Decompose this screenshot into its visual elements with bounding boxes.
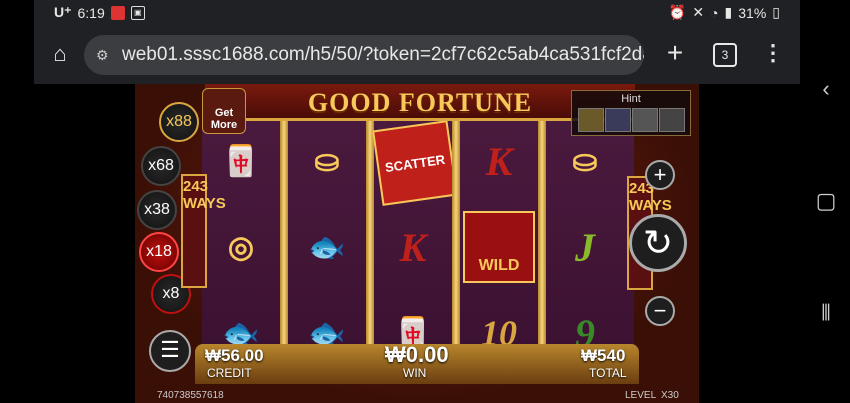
more-menu-button[interactable]: ⋮: [762, 40, 784, 68]
battery-icon: ▯: [772, 4, 780, 20]
k-symbol: K: [399, 224, 427, 270]
bet-decrease-button[interactable]: −: [645, 296, 675, 326]
wifi-icon: ◔: [710, 4, 719, 21]
site-settings-icon[interactable]: ⚙: [96, 35, 122, 75]
level-value: X30: [661, 390, 679, 401]
slot-game: 🀄 ◎ 🐟 ⛀ 🐟 🐟 SCATTER K 🀄 K WILD 10 ⛀ J 9: [135, 84, 699, 403]
lock-icon: ▣: [130, 5, 145, 20]
menu-button[interactable]: ☰: [149, 330, 191, 372]
hint-coin-icon: [659, 108, 685, 132]
credit-value: ₩56.00: [205, 346, 264, 365]
multiplier-x68: x68: [141, 146, 181, 186]
hint-panel[interactable]: Hint: [571, 90, 691, 136]
mute-icon: ✕: [692, 4, 705, 20]
notification-icon: [110, 5, 125, 20]
hint-fan-icon: [632, 108, 658, 132]
get-more-button[interactable]: Get More: [202, 88, 246, 134]
home-nav-button[interactable]: ▢: [814, 188, 838, 214]
bet-increase-button[interactable]: +: [645, 160, 675, 190]
android-nav-bar: ‹ ▢ ⦀: [800, 0, 850, 403]
time-label: 6:19: [77, 4, 105, 21]
battery-label: 31%: [738, 4, 767, 21]
multiplier-x18: x18: [139, 232, 179, 272]
carrier-label: U⁺: [54, 4, 72, 20]
browser-toolbar: ⌂ ⚙ web01.sssc1688.com/h5/50/?token=2cf7c…: [34, 26, 800, 84]
multiplier-x88: x88: [159, 102, 199, 142]
new-tab-button[interactable]: +: [660, 38, 690, 68]
tab-switcher-button[interactable]: 3: [713, 43, 737, 67]
bottom-panel: ☰ ₩56.00 CREDIT ₩0.00 WIN ₩540 TOTAL 740…: [135, 330, 699, 403]
total-value: ₩540: [581, 346, 626, 365]
alarm-icon: ⏰: [668, 4, 687, 20]
multiplier-x38: x38: [137, 190, 177, 230]
hint-ingot-icon: [578, 108, 604, 132]
hint-fish-icon: [605, 108, 631, 132]
hint-label: Hint: [621, 93, 641, 105]
win-label: WIN: [403, 366, 427, 380]
ways-indicator-left: 243 WAYS: [181, 174, 226, 288]
fan-symbol: 🀄: [222, 144, 260, 178]
level-label: LEVEL: [625, 390, 657, 401]
address-bar[interactable]: ⚙ web01.sssc1688.com/h5/50/?token=2cf7c62…: [84, 35, 644, 75]
coin-symbol: ◎: [227, 230, 255, 264]
game-id: 740738557618: [157, 390, 224, 401]
back-button[interactable]: ‹: [814, 76, 838, 102]
scatter-symbol: SCATTER: [372, 120, 458, 206]
recents-button[interactable]: ⦀: [814, 300, 838, 326]
k-symbol: K: [485, 138, 513, 184]
url-text: web01.sssc1688.com/h5/50/?token=2cf7c62c…: [122, 44, 644, 65]
credit-label: CREDIT: [207, 366, 252, 380]
spin-button[interactable]: ↻: [629, 214, 687, 272]
win-value: ₩0.00: [385, 342, 449, 367]
fish-symbol: 🐟: [308, 230, 346, 264]
home-button[interactable]: ⌂: [46, 40, 74, 68]
gold-ingot-symbol: ⛀: [314, 144, 340, 178]
total-label: TOTAL: [589, 366, 627, 380]
status-bar: U⁺ 6:19 ▣ ⏰ ✕ ◔ ▮ 31% ▯: [34, 0, 800, 26]
wild-symbol: WILD: [463, 211, 535, 283]
j-symbol: J: [575, 224, 595, 270]
signal-icon: ▮: [724, 4, 733, 20]
